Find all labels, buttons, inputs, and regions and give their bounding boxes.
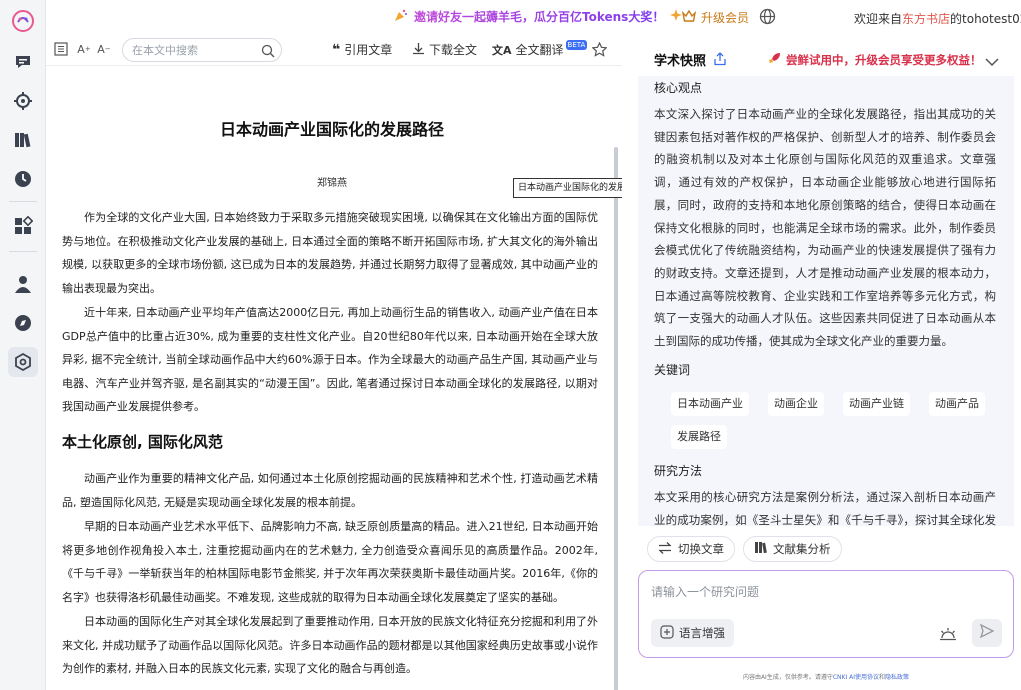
keyword-tag[interactable]: 动画产业链 xyxy=(843,392,910,416)
welcome-user[interactable]: 的tohotest02 xyxy=(950,12,1021,26)
rail-divider xyxy=(9,251,37,252)
app-window: 邀请好友一起薅羊毛，瓜分百亿Tokens大奖！ 升级会员 欢迎来自东方书店的to… xyxy=(0,0,1021,690)
language-enhance-button[interactable]: 语言增强 xyxy=(651,619,734,647)
switch-article-button[interactable]: 切换文章 xyxy=(647,536,735,562)
question-box: 语言增强 xyxy=(638,570,1014,658)
books-icon xyxy=(754,541,767,557)
welcome-org[interactable]: 东方书店 xyxy=(902,12,950,26)
cite-button[interactable]: ❝ 引用文章 xyxy=(332,41,392,58)
left-rail xyxy=(0,0,46,690)
rail-divider xyxy=(9,201,37,202)
keyword-tag[interactable]: 日本动画产业 xyxy=(671,392,749,416)
paragraph: 动画产业作为重要的精神文化产品, 如何通过本土化原创挖掘动画的民族精神和艺术个性… xyxy=(62,472,598,509)
keyword-tag[interactable]: 动画企业 xyxy=(768,392,824,416)
send-icon xyxy=(979,623,995,643)
welcome-prefix: 欢迎来自 xyxy=(854,12,903,26)
translate-icon: 文A xyxy=(492,43,512,57)
enhance-label: 语言增强 xyxy=(679,626,725,640)
font-increase-label: A xyxy=(77,42,85,56)
question-input[interactable] xyxy=(651,583,991,605)
document-viewer: A+ A− ❝ 引用文章 下载全文 文A 全文翻译 BETA xyxy=(46,34,622,690)
panel-header: 学术快照 尝鲜试用中，升级会员享受更多权益！ xyxy=(638,34,1014,76)
promo-text: 邀请好友一起薅羊毛，瓜分百亿Tokens大奖！ xyxy=(414,10,665,24)
download-label: 下载全文 xyxy=(429,43,478,57)
section-heading: 本土化原创, 国际化风范 xyxy=(62,433,223,451)
party-popper-icon xyxy=(394,8,408,25)
panel-title: 学术快照 xyxy=(654,54,707,69)
privacy-policy-link[interactable]: 隐私政策 xyxy=(885,674,909,681)
sparkle-icon xyxy=(670,9,683,24)
document-toolbar: A+ A− ❝ 引用文章 下载全文 文A 全文翻译 BETA xyxy=(46,34,622,66)
paragraph: 日本动画的国际化生产对其全球化发展起到了重要推动作用, 日本开放的民族文化特征充… xyxy=(62,615,598,675)
trial-text: 尝鲜试用中，升级会员享受更多权益！ xyxy=(786,52,982,67)
ai-disclaimer: 内容由AI生成，仅供参考。请遵守CNKI AI使用协议和隐私政策 xyxy=(638,672,1014,681)
literature-analysis-label: 文献集分析 xyxy=(773,542,831,556)
disclaimer-text: 内容由AI生成，仅供参考。请遵守 xyxy=(742,674,833,681)
search-input[interactable] xyxy=(132,42,258,58)
download-icon xyxy=(412,42,425,58)
keyword-tag[interactable]: 动画产品 xyxy=(929,392,985,416)
crown-icon xyxy=(681,9,697,26)
logo-icon[interactable] xyxy=(11,9,35,33)
send-button[interactable] xyxy=(972,619,1002,647)
swap-icon xyxy=(658,541,672,557)
chevron-down-icon[interactable] xyxy=(985,52,999,67)
user-icon[interactable] xyxy=(12,273,34,295)
paper-title: 日本动画产业国际化的发展路径 xyxy=(219,120,444,139)
ai-agreement-link[interactable]: CNKI AI使用协议 xyxy=(833,674,879,681)
font-decrease-label: A xyxy=(97,42,105,56)
core-heading: 核心观点 xyxy=(654,81,703,95)
promo-banner[interactable]: 邀请好友一起薅羊毛，瓜分百亿Tokens大奖！ xyxy=(394,8,683,25)
compass-icon[interactable] xyxy=(12,312,34,334)
upgrade-button[interactable]: 升级会员 xyxy=(681,9,750,26)
sun-icon[interactable] xyxy=(939,626,957,641)
switch-article-label: 切换文章 xyxy=(678,542,724,556)
apps-icon[interactable] xyxy=(12,215,34,237)
academic-snapshot-panel: 学术快照 尝鲜试用中，升级会员享受更多权益！ 核心观点 本文深入探讨了日本动画产… xyxy=(638,34,1014,690)
method-heading: 研究方法 xyxy=(654,464,703,478)
enhance-icon xyxy=(660,624,674,642)
beta-badge: BETA xyxy=(565,39,588,50)
quote-icon: ❝ xyxy=(332,41,341,58)
literature-analysis-button[interactable]: 文献集分析 xyxy=(743,536,842,562)
keyword-tag[interactable]: 发展路径 xyxy=(671,425,727,449)
rocket-icon xyxy=(768,51,782,68)
welcome-text: 欢迎来自东方书店的tohotest02 xyxy=(854,10,1021,27)
document-scrollbar[interactable] xyxy=(614,147,618,690)
library-icon[interactable] xyxy=(12,129,34,151)
cite-label: 引用文章 xyxy=(344,43,393,57)
top-bar: 邀请好友一起薅羊毛，瓜分百亿Tokens大奖！ 升级会员 欢迎来自东方书店的to… xyxy=(46,0,1021,34)
paper-content: 日本动画产业国际化的发展路径 日本动画产业国际化的发展路径 郑锦燕 作为全球的文… xyxy=(46,67,622,690)
method-text: 本文采用的核心研究方法是案例分析法，通过深入剖析日本动画产业的成功案例，如《圣斗… xyxy=(654,490,996,526)
keywords-heading: 关键词 xyxy=(654,363,691,377)
translate-button[interactable]: 文A 全文翻译 BETA xyxy=(492,39,588,58)
font-increase-button[interactable]: A + xyxy=(76,41,92,57)
core-text: 本文深入探讨了日本动画产业的全球化发展路径，指出其成功的关键因素包括对著作权的严… xyxy=(654,107,996,349)
trial-notice[interactable]: 尝鲜试用中，升级会员享受更多权益！ xyxy=(768,51,982,68)
translate-label: 全文翻译 xyxy=(515,43,564,57)
globe-icon[interactable] xyxy=(759,8,776,25)
history-icon[interactable] xyxy=(12,168,34,190)
snapshot-content: 核心观点 本文深入探讨了日本动画产业的全球化发展路径，指出其成功的关键因素包括对… xyxy=(638,76,1014,526)
search-icon[interactable] xyxy=(261,43,275,58)
title-tooltip: 日本动画产业国际化的发展路径 xyxy=(513,178,622,198)
chat-icon[interactable] xyxy=(12,51,34,73)
outline-icon[interactable] xyxy=(53,41,69,57)
settings-icon[interactable] xyxy=(8,347,38,377)
share-icon[interactable] xyxy=(713,51,727,66)
paragraph: 近十年来, 日本动画产业平均年产值高达2000亿日元, 再加上动画衍生品的销售收… xyxy=(62,306,598,413)
target-icon[interactable] xyxy=(12,90,34,112)
document-search xyxy=(122,38,282,62)
favorite-star-icon[interactable] xyxy=(591,41,607,57)
paragraph: 作为全球的文化产业大国, 日本始终致力于采取多元措施突破现实困境, 以确保其在文… xyxy=(62,211,598,295)
font-decrease-button[interactable]: A − xyxy=(96,41,112,57)
upgrade-label: 升级会员 xyxy=(701,11,750,25)
paragraph: 早期的日本动画产业艺术水平低下、品牌影响力不高, 缺乏原创质量高的精品。进入21… xyxy=(62,520,598,604)
download-button[interactable]: 下载全文 xyxy=(412,41,477,58)
